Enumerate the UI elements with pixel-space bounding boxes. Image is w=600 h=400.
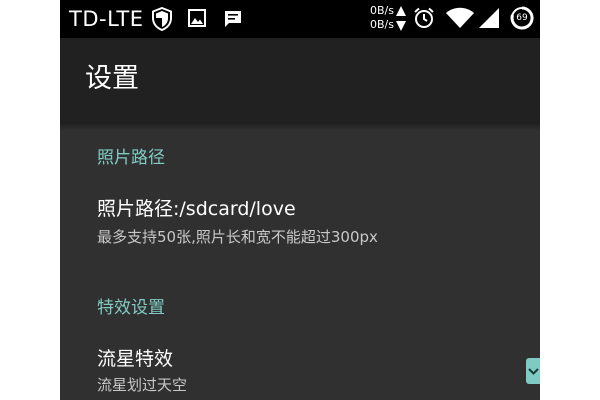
chevron-down-icon [528, 368, 539, 375]
message-icon [225, 11, 241, 27]
wifi-icon [446, 7, 474, 28]
app-bar-shadow [60, 122, 540, 130]
pref-meteor-effect-title: 流星特效 [97, 348, 174, 370]
download-arrow-icon [396, 21, 406, 31]
category-effects: 特效设置 [97, 298, 165, 318]
download-speed: 0B/s [370, 18, 394, 31]
shield-icon [152, 7, 172, 31]
image-icon [188, 9, 206, 27]
settings-screen: TD-LTE 0B/s 0B/s 69 设置 照片路径 照片路径:/sdcard… [60, 0, 540, 400]
network-speed: 0B/s 0B/s [362, 4, 394, 32]
upload-download-arrows-icon [396, 6, 406, 31]
cell-signal-icon [479, 8, 499, 28]
pref-photo-path-summary: 最多支持50张,照片长和宽不能超过300px [97, 228, 378, 246]
page-title: 设置 [85, 63, 139, 94]
pref-photo-path-title: 照片路径:/sdcard/love [97, 198, 296, 220]
upload-arrow-icon [396, 6, 406, 16]
status-bar: TD-LTE 0B/s 0B/s 69 [60, 0, 540, 38]
category-photo-path: 照片路径 [97, 148, 165, 168]
expand-button[interactable] [526, 358, 540, 384]
app-bar: 设置 [60, 38, 540, 122]
alarm-icon [414, 7, 434, 28]
pref-meteor-effect-summary: 流星划过天空 [97, 376, 188, 394]
carrier-label: TD-LTE [69, 7, 144, 31]
battery-level: 69 [516, 13, 528, 23]
upload-speed: 0B/s [370, 4, 394, 17]
